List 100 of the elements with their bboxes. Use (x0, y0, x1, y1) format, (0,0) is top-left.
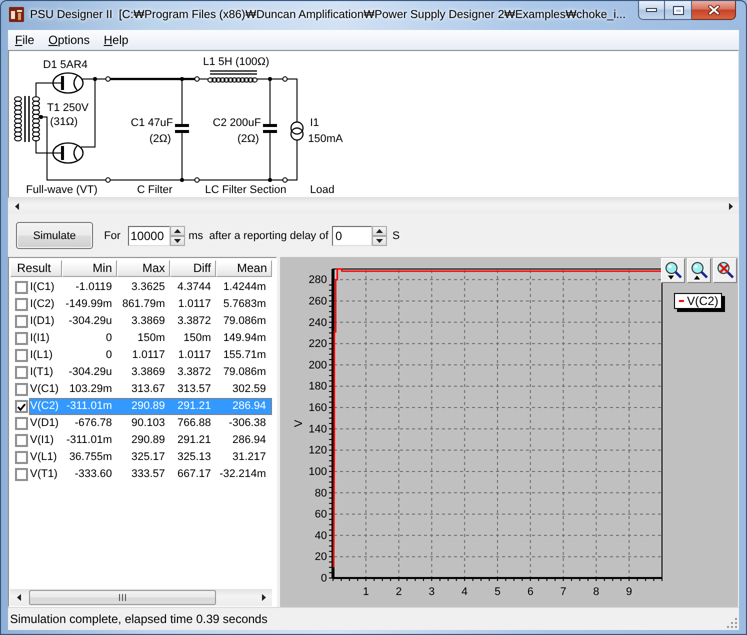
result-row[interactable]: V(C1) 103.29m 313.67 313.57 302.59 (29, 381, 272, 398)
table-cell-text: 31.217 (231, 450, 267, 465)
horizontal-scrollbar[interactable] (10, 589, 272, 606)
spin-down-button[interactable] (372, 236, 388, 246)
y-tick-label: 0 (320, 572, 327, 584)
inductor-symbol (207, 70, 258, 83)
result-row[interactable]: I(C2) -149.99m 861.79m 1.0117 5.7683m (29, 296, 272, 313)
table-cell-text: 3.3872 (176, 314, 212, 329)
table-cell-text: I(D1) (30, 314, 56, 329)
table-cell-text: 286.94 (231, 399, 267, 414)
table-cell-text: 333.57 (130, 467, 166, 482)
result-row[interactable]: I(C1) -1.0119 3.3625 4.3744 1.4244m (29, 279, 272, 296)
table-cell-text: 79.086m (222, 314, 267, 329)
result-row[interactable]: V(L1) 36.755m 325.17 325.13 31.217 (29, 449, 272, 466)
column-header[interactable]: Max (117, 260, 170, 277)
app-icon (9, 7, 24, 22)
x-tick-label: 9 (626, 586, 632, 598)
spin-up-button[interactable] (372, 226, 388, 236)
delay-field[interactable]: 0 (332, 226, 372, 246)
arrow-down-icon (174, 238, 180, 242)
zoom-button[interactable] (713, 258, 737, 283)
table-cell-text: I(T1) (30, 365, 54, 380)
arrow-left-icon (16, 594, 20, 601)
table-cell-text: -149.99m (64, 297, 113, 312)
duration-unit-label: ms (188, 230, 204, 242)
result-row[interactable]: I(D1) -304.29u 3.3869 3.3872 79.086m (29, 313, 272, 330)
minimize-button[interactable] (638, 1, 664, 20)
horizontal-scrollbar[interactable] (8, 198, 739, 214)
y-tick-label: 160 (308, 402, 327, 414)
table-cell-text: 0 (104, 348, 113, 363)
table-cell-text: -304.29u (68, 365, 113, 380)
x-tick-label: 3 (428, 586, 435, 598)
checkbox[interactable] (15, 281, 28, 294)
result-row[interactable]: I(L1) 0 1.0117 1.0117 155.71m (29, 347, 272, 364)
scrollbar-thumb[interactable] (29, 590, 216, 605)
close-button[interactable] (692, 1, 736, 20)
table-cell-text: 5.7683m (222, 297, 267, 312)
table-cell-text: -32.214m (218, 467, 267, 482)
column-header[interactable]: Result (10, 260, 62, 277)
checkbox[interactable] (15, 349, 28, 362)
zoom-button[interactable] (687, 258, 711, 283)
checkbox[interactable] (15, 298, 28, 311)
checkbox[interactable] (15, 417, 28, 430)
table-cell-text: 290.89 (130, 399, 166, 414)
table-cell-text: I(L1) (30, 348, 54, 363)
result-row[interactable]: V(T1) -333.60 333.57 667.17 -32.214m (29, 466, 272, 483)
component-label: L1 5H (100Ω) (203, 56, 270, 68)
magnifier-cross-icon (716, 261, 734, 280)
column-header[interactable]: Mean (216, 260, 272, 277)
junction-dot-icon (39, 115, 43, 119)
component-label: C2 200uF (212, 117, 261, 129)
checkbox[interactable] (15, 383, 28, 396)
checkbox[interactable] (15, 400, 28, 413)
result-row[interactable]: I(I1) 0 150m 150m 149.94m (29, 330, 272, 347)
simulate-button[interactable]: Simulate (16, 222, 93, 249)
result-row[interactable]: V(I1) -311.01m 290.89 291.21 286.94 (29, 432, 272, 449)
table-cell-text: 302.59 (231, 382, 267, 397)
terminal-ring-icon (282, 76, 288, 82)
column-header[interactable]: Min (62, 260, 117, 277)
column-header[interactable]: Diff (170, 260, 216, 277)
table-cell-text: 290.89 (130, 433, 166, 448)
menu-item[interactable]: Options (41, 31, 97, 49)
table-cell-text: 1.0117 (177, 297, 212, 312)
y-tick-label: 20 (314, 551, 327, 564)
y-tick-label: 200 (308, 359, 327, 372)
y-axis-title: V (293, 420, 305, 428)
duration-field[interactable]: 10000 (128, 226, 170, 246)
checkmark-icon (17, 402, 26, 410)
menu-item[interactable]: File (8, 31, 42, 49)
x-tick-label: 5 (494, 586, 501, 598)
checkbox[interactable] (15, 315, 28, 328)
table-cell-text: 3.3869 (130, 314, 166, 329)
table-cell-text: 103.29m (68, 382, 113, 397)
maximize-button[interactable] (664, 1, 692, 20)
checkbox[interactable] (15, 332, 28, 345)
zoom-button[interactable] (661, 258, 685, 283)
table-cell-text: 90.103 (130, 416, 166, 431)
table-cell-text: 766.88 (176, 416, 212, 431)
result-row[interactable]: V(D1) -676.78 90.103 766.88 -306.38 (29, 415, 272, 432)
result-row[interactable]: I(T1) -304.29u 3.3869 3.3872 79.086m (29, 364, 272, 381)
arrow-left-icon (14, 202, 18, 210)
component-label: 150mA (308, 133, 343, 145)
menu-item[interactable]: Help (96, 31, 136, 49)
checkbox[interactable] (15, 366, 28, 379)
terminal-ring-icon (105, 76, 111, 82)
checkbox[interactable] (15, 434, 28, 447)
table-cell-text: 149.94m (222, 331, 267, 346)
arrow-right-icon (728, 202, 732, 210)
component-label: C1 47uF (130, 117, 173, 129)
checkbox[interactable] (15, 451, 28, 464)
table-cell-text: 291.21 (176, 399, 212, 414)
table-cell-text: 1.0117 (131, 348, 166, 363)
checkbox[interactable] (15, 468, 28, 481)
component-label: (2Ω) (237, 133, 259, 145)
section-label: C Filter (137, 184, 172, 196)
x-tick-label: 6 (527, 586, 534, 598)
spin-up-button[interactable] (170, 226, 184, 236)
x-tick-label: 8 (593, 586, 600, 598)
y-tick-label: 220 (308, 338, 327, 350)
y-tick-label: 180 (308, 380, 327, 393)
